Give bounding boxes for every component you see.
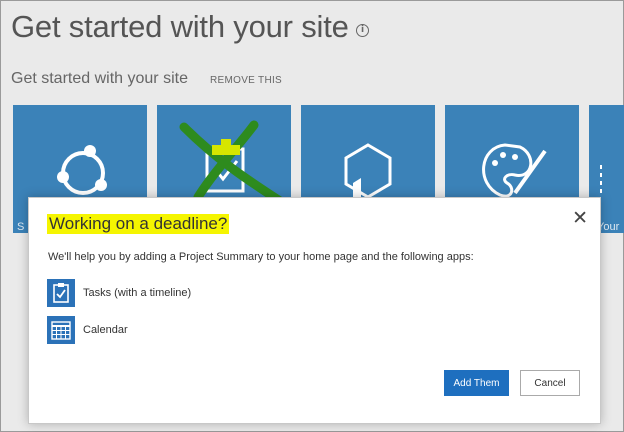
calendar-icon bbox=[47, 316, 75, 344]
app-item-calendar: Calendar bbox=[47, 316, 128, 344]
cancel-button[interactable]: Cancel bbox=[520, 370, 580, 396]
remove-this-link[interactable]: REMOVE THIS bbox=[210, 75, 282, 86]
annotation-x-mark bbox=[179, 120, 285, 206]
app-label-tasks: Tasks (with a timeline) bbox=[83, 287, 192, 299]
app-item-tasks: Tasks (with a timeline) bbox=[47, 279, 191, 307]
add-them-button[interactable]: Add Them bbox=[444, 370, 509, 396]
close-icon[interactable]: ✕ bbox=[572, 207, 588, 229]
page-title: Get started with your site bbox=[11, 9, 349, 44]
info-icon[interactable]: i bbox=[356, 24, 369, 37]
dialog-title: Working on a deadline? bbox=[47, 214, 230, 234]
tile-label: S bbox=[17, 221, 25, 233]
app-label-calendar: Calendar bbox=[83, 324, 128, 336]
dialog-description: We'll help you by adding a Project Summa… bbox=[48, 251, 474, 263]
deadline-dialog: Working on a deadline? ✕ We'll help you … bbox=[28, 197, 601, 424]
section-title: Get started with your site bbox=[11, 70, 188, 87]
page-background: Get started with your site i Get started… bbox=[0, 0, 624, 432]
tasks-icon bbox=[47, 279, 75, 307]
